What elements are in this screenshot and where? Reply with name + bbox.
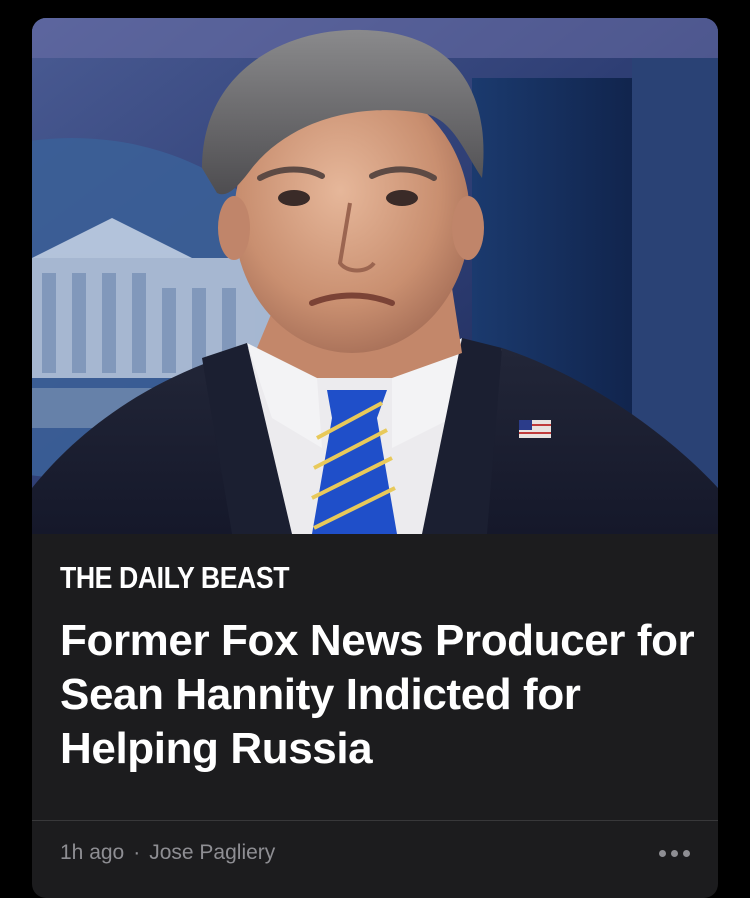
news-card[interactable]: THE DAILY BEAST Former Fox News Producer… (32, 18, 718, 898)
ellipsis-icon[interactable] (646, 836, 690, 870)
publisher-name[interactable]: THE DAILY BEAST (60, 560, 602, 596)
ellipsis-dot (683, 849, 690, 857)
author-name: Jose Pagliery (149, 841, 276, 864)
ellipsis-dot (671, 849, 678, 857)
time-ago: 1h ago (60, 841, 125, 864)
article-image[interactable] (32, 18, 718, 534)
article-headline[interactable]: Former Fox News Producer for Sean Hannit… (60, 614, 700, 776)
meta-separator: · (133, 841, 141, 864)
divider (32, 820, 718, 821)
article-photo (32, 18, 718, 534)
article-meta: 1h ago · Jose Pagliery (60, 836, 690, 870)
ellipsis-dot (659, 849, 666, 857)
